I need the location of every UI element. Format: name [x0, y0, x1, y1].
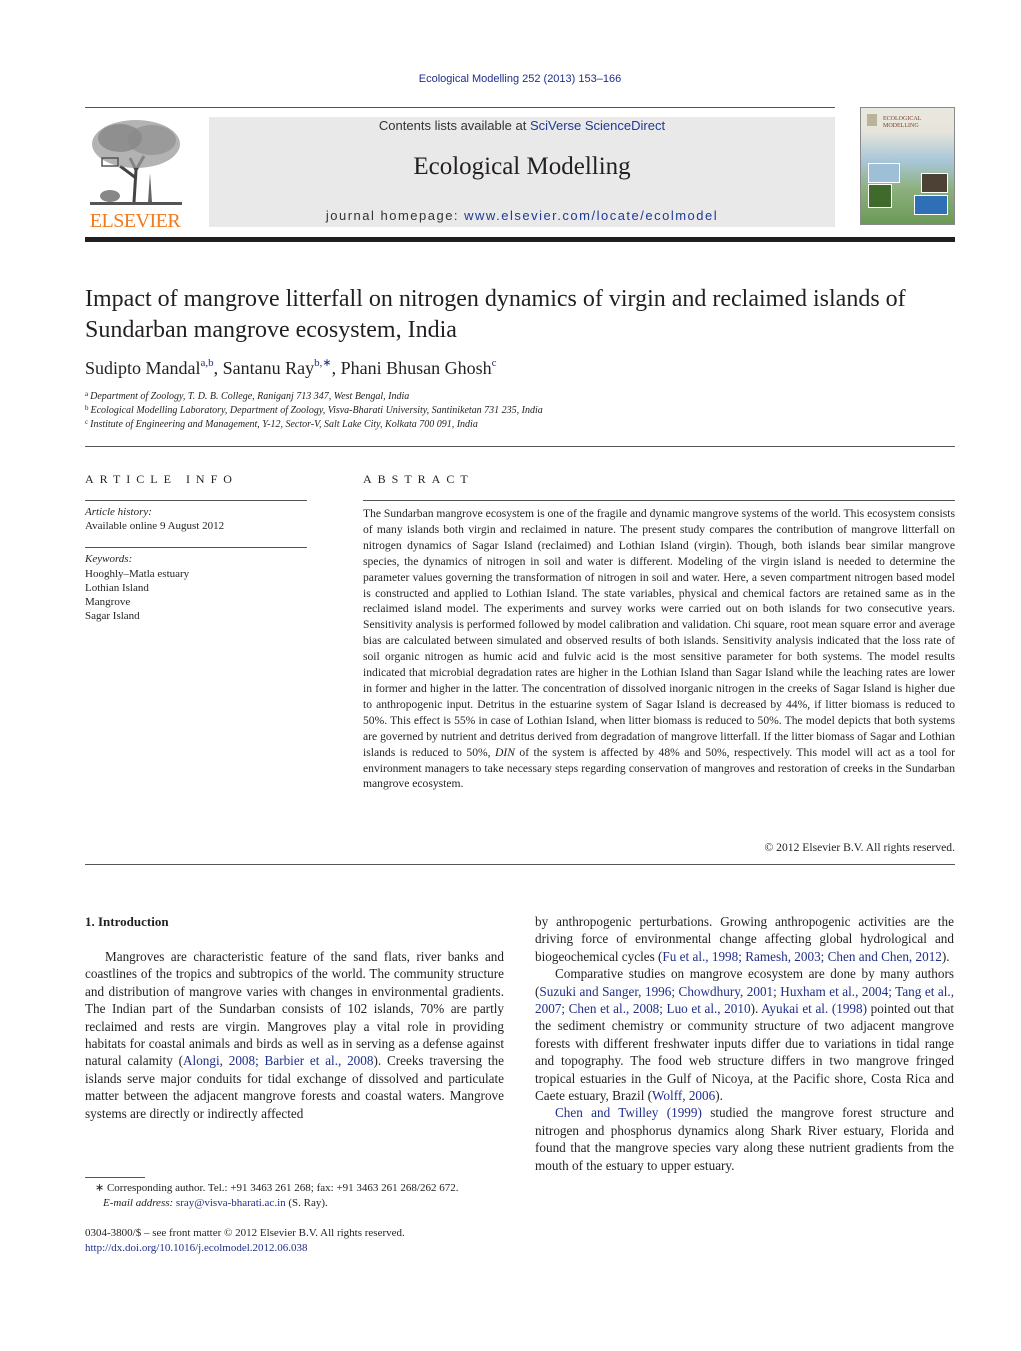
- article-title: Impact of mangrove litterfall on nitroge…: [85, 286, 906, 343]
- top-divider: [85, 107, 835, 108]
- email-link[interactable]: sray@visva-bharati.ac.in: [176, 1197, 286, 1209]
- keyword-item: Sagar Island: [85, 610, 140, 622]
- footnote-divider: [85, 1177, 145, 1178]
- body-text: ).: [715, 1088, 723, 1104]
- affiliation-text: Ecological Modelling Laboratory, Departm…: [90, 405, 543, 416]
- article-info-heading: ARTICLE INFO: [85, 472, 238, 486]
- body-column-right: by anthropogenic perturbations. Growing …: [535, 913, 954, 1174]
- cover-photo: [868, 184, 892, 208]
- author-separator: ,: [213, 358, 223, 378]
- affiliation: c Institute of Engineering and Management…: [85, 418, 478, 430]
- abstract-text: The Sundarban mangrove ecosystem is one …: [363, 506, 955, 792]
- email-suffix: (S. Ray).: [285, 1197, 328, 1209]
- citation-link[interactable]: Wolff, 2006: [652, 1088, 715, 1103]
- cover-title: ECOLOGICAL MODELLING: [883, 116, 922, 129]
- author-affiliation-marker[interactable]: a,b: [201, 357, 214, 369]
- footnote-marker: ∗: [95, 1182, 105, 1194]
- cover-photo: [868, 163, 900, 183]
- body-paragraph: by anthropogenic perturbations. Growing …: [535, 913, 954, 965]
- cover-photo: [921, 173, 948, 193]
- affiliation-label: c: [85, 418, 89, 426]
- cover-publisher-logo: [867, 114, 877, 126]
- elsevier-logo[interactable]: ELSEVIER: [85, 118, 185, 232]
- contents-prefix: Contents lists available at: [378, 118, 530, 133]
- body-text: ).: [941, 948, 950, 964]
- journal-citation-link[interactable]: Ecological Modelling 252 (2013) 153–166: [0, 73, 1021, 85]
- elsevier-tree-icon: [90, 120, 182, 205]
- issn-line: 0304-3800/$ – see front matter © 2012 El…: [85, 1227, 405, 1239]
- email-label: E-mail address:: [103, 1197, 174, 1209]
- journal-cover-thumbnail[interactable]: ECOLOGICAL MODELLING: [860, 107, 955, 225]
- article-info-divider: [85, 500, 307, 501]
- section-heading-introduction: 1. Introduction: [85, 914, 169, 929]
- keywords-divider: [85, 547, 307, 548]
- journal-homepage-line: journal homepage: www.elsevier.com/locat…: [209, 208, 835, 223]
- body-text: ).: [750, 1001, 762, 1017]
- cover-photo: [914, 195, 948, 215]
- affiliation-text: Department of Zoology, T. D. B. College,…: [90, 391, 410, 402]
- body-text: Mangroves are characteristic feature of …: [85, 949, 504, 1069]
- doi-link[interactable]: http://dx.doi.org/10.1016/j.ecolmodel.20…: [85, 1241, 405, 1256]
- affiliation: b Ecological Modelling Laboratory, Depart…: [85, 404, 543, 416]
- footnote-contact: Corresponding author. Tel.: +91 3463 261…: [104, 1182, 459, 1194]
- affiliation-label: b: [85, 404, 89, 412]
- affiliation: a Department of Zoology, T. D. B. College…: [85, 390, 409, 402]
- abstract-divider: [363, 500, 955, 501]
- contents-line: Contents lists available at SciVerse Sci…: [209, 118, 835, 133]
- keyword-item: Mangrove: [85, 596, 131, 608]
- citation-link[interactable]: Fu et al., 1998; Ramesh, 2003; Chen and …: [662, 949, 941, 964]
- body-paragraph: Comparative studies on mangrove ecosyste…: [535, 965, 954, 1104]
- abstract-din-term: DIN: [495, 745, 515, 759]
- author-affiliation-marker[interactable]: c: [492, 357, 497, 369]
- homepage-prefix: journal homepage:: [325, 208, 465, 223]
- affiliation-label: a: [85, 390, 89, 398]
- sciencedirect-link[interactable]: SciVerse ScienceDirect: [530, 118, 665, 133]
- front-matter: 0304-3800/$ – see front matter © 2012 El…: [85, 1226, 405, 1256]
- body-column-left: Mangroves are characteristic feature of …: [85, 948, 504, 1122]
- author-name[interactable]: Sudipto Mandal: [85, 358, 201, 378]
- header-thick-divider: [85, 237, 955, 242]
- abstract-end-divider: [85, 864, 955, 865]
- citation-link[interactable]: Chen and Twilley (1999): [555, 1105, 702, 1120]
- corresponding-author-footnote: ∗ Corresponding author. Tel.: +91 3463 2…: [95, 1181, 515, 1211]
- abstract-text-part: The Sundarban mangrove ecosystem is one …: [363, 507, 955, 759]
- keyword-item: Lothian Island: [85, 582, 149, 594]
- author-affiliation-marker[interactable]: b,∗: [314, 357, 331, 369]
- journal-homepage-link[interactable]: www.elsevier.com/locate/ecolmodel: [464, 208, 718, 223]
- author-separator: ,: [331, 358, 341, 378]
- body-paragraph: Chen and Twilley (1999) studied the mang…: [535, 1104, 954, 1174]
- section-divider: [85, 446, 955, 447]
- citation-link[interactable]: Ayukai et al. (1998): [761, 1001, 867, 1016]
- keywords-label: Keywords:: [85, 553, 133, 565]
- abstract-heading: ABSTRACT: [363, 472, 474, 486]
- author-list: Sudipto Mandala,b, Santanu Rayb,∗, Phani…: [85, 356, 497, 379]
- author-name[interactable]: Phani Bhusan Ghosh: [341, 358, 492, 378]
- article-history-value: Available online 9 August 2012: [85, 520, 225, 532]
- elsevier-wordmark: ELSEVIER: [89, 210, 181, 232]
- body-paragraph: Mangroves are characteristic feature of …: [85, 948, 504, 1122]
- abstract-copyright: © 2012 Elsevier B.V. All rights reserved…: [764, 841, 955, 854]
- article-history-label: Article history:: [85, 506, 152, 518]
- keyword-item: Hooghly–Matla estuary: [85, 568, 190, 580]
- journal-title: Ecological Modelling: [413, 153, 631, 180]
- author-name[interactable]: Santanu Ray: [223, 358, 315, 378]
- body-text: pointed out that the sediment chemistry …: [535, 1001, 954, 1104]
- affiliation-text: Institute of Engineering and Management,…: [90, 419, 478, 430]
- citation-link[interactable]: Alongi, 2008; Barbier et al., 2008: [183, 1053, 373, 1068]
